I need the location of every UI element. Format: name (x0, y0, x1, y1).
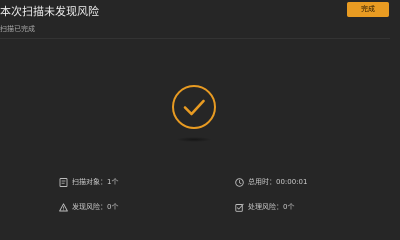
stat-found-label: 发现风险：0个 (72, 203, 119, 211)
stat-elapsed-label: 总用时：00:00:01 (248, 178, 308, 186)
stat-handled-label: 处理风险：0个 (248, 203, 295, 211)
stat-scanned: 扫描对象：1个 (59, 177, 118, 187)
done-button[interactable]: 完成 (347, 2, 389, 17)
stat-handled: 处理风险：0个 (235, 202, 294, 212)
stat-scanned-label: 扫描对象：1个 (72, 178, 119, 186)
warning-icon (59, 202, 68, 212)
edit-icon (235, 203, 244, 212)
page-title: 本次扫描未发现风险 (0, 5, 99, 18)
check-shadow (176, 137, 212, 142)
check-circle-icon (171, 84, 217, 130)
stat-found: 发现风险：0个 (59, 202, 118, 212)
header-divider (0, 38, 390, 39)
stat-elapsed: 总用时：00:00:01 (235, 177, 307, 187)
scan-status-text: 扫描已完成 (0, 25, 35, 33)
clock-icon (235, 177, 244, 187)
document-icon (59, 177, 68, 187)
